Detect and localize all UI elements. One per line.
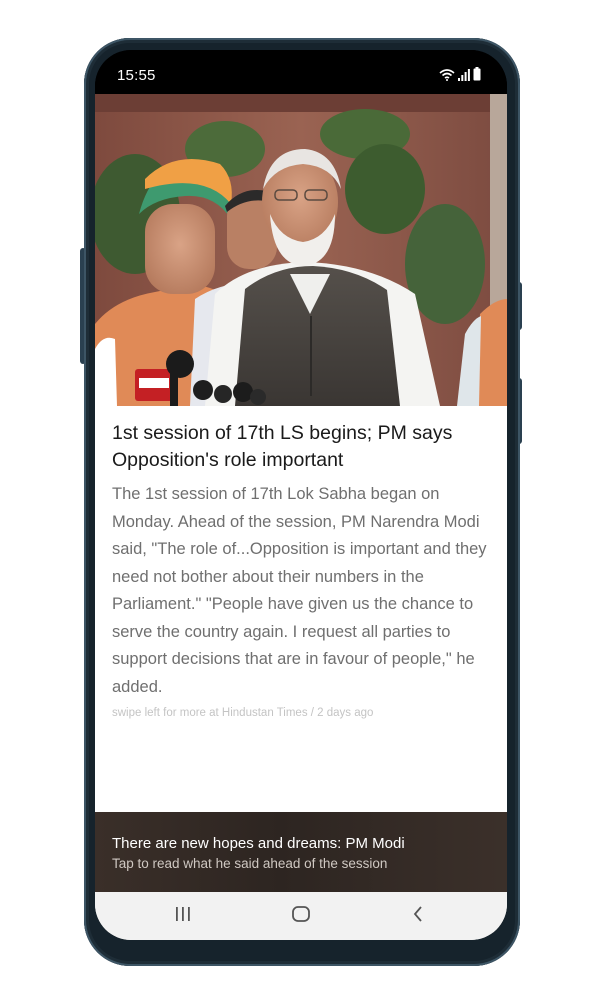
wifi-icon [439,68,455,81]
recents-button[interactable] [153,892,213,940]
back-button[interactable] [388,892,448,940]
status-time: 15:55 [117,67,156,84]
article: 1st session of 17th LS begins; PM says O… [112,420,492,719]
back-icon [413,905,423,927]
news-photo-graphic [95,94,507,406]
news-photo[interactable] [95,94,507,406]
home-button[interactable] [271,892,331,940]
phone-screen: 15:55 1st session of 17th LS begins; PM … [95,50,507,940]
signal-icon [458,69,470,81]
promo-banner[interactable]: There are new hopes and dreams: PM Modi … [95,812,507,892]
promo-subtitle: Tap to read what he said ahead of the se… [112,856,388,871]
home-icon [292,905,310,927]
status-bar: 15:55 [95,50,507,94]
article-headline[interactable]: 1st session of 17th LS begins; PM says O… [112,420,492,474]
battery-icon [473,67,481,81]
recents-icon [175,906,191,926]
article-source-line[interactable]: swipe left for more at Hindustan Times /… [112,707,492,719]
navigation-bar [95,892,507,940]
article-body: The 1st session of 17th Lok Sabha began … [112,485,487,696]
news-card[interactable]: 1st session of 17th LS begins; PM says O… [95,94,507,940]
page: 15:55 1st session of 17th LS begins; PM … [0,0,602,1004]
promo-title: There are new hopes and dreams: PM Modi [112,835,405,852]
status-icons [439,67,481,81]
